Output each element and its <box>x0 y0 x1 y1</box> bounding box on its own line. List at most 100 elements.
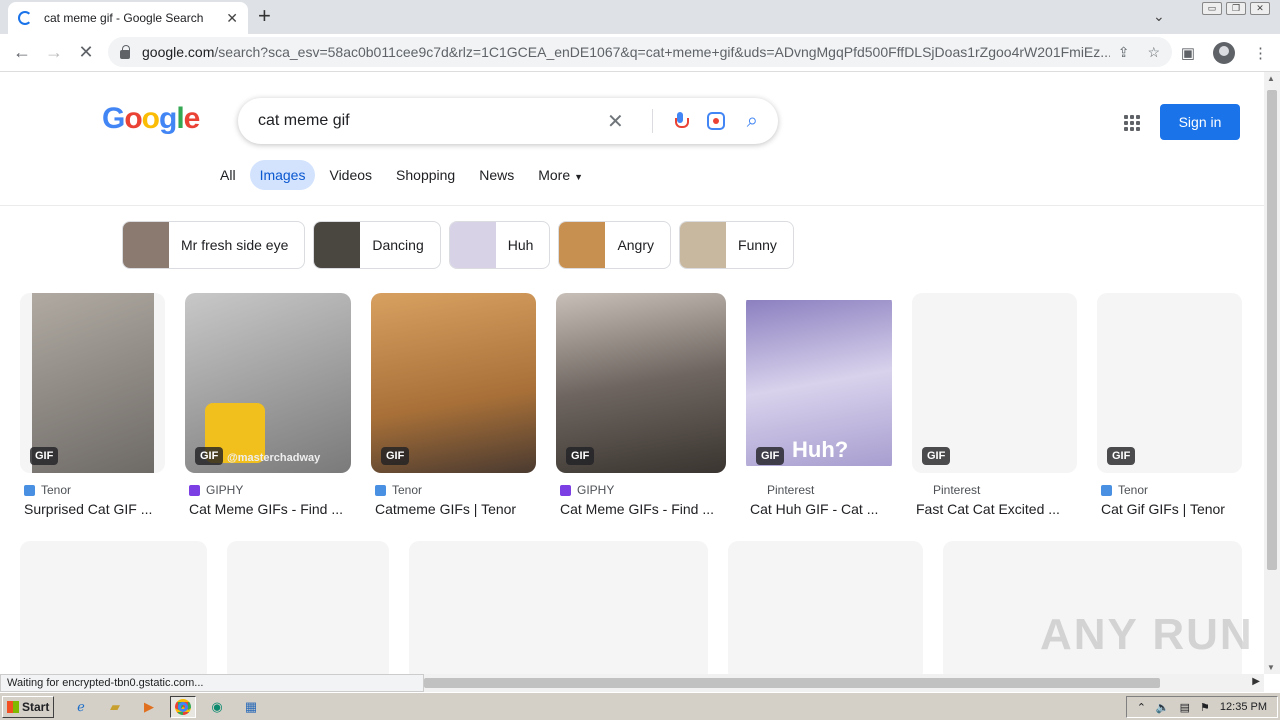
search-input[interactable]: cat meme gif <box>258 112 607 130</box>
share-icon[interactable]: ⇪ <box>1118 44 1130 61</box>
result-card[interactable]: GIF Tenor Catmeme GIFs | Tenor <box>371 293 536 517</box>
chip-thumbnail <box>123 222 169 268</box>
chip-label: Funny <box>738 237 777 253</box>
scrollbar-thumb[interactable] <box>424 678 1160 688</box>
flag-icon[interactable]: ⚑ <box>1200 701 1210 714</box>
logo-letter: G <box>102 102 125 135</box>
result-caption[interactable]: Fast Cat Cat Excited ... <box>912 501 1077 517</box>
result-caption[interactable]: Catmeme GIFs | Tenor <box>371 501 536 517</box>
sign-in-button[interactable]: Sign in <box>1160 104 1240 140</box>
chip-angry[interactable]: Angry <box>558 221 672 269</box>
minimize-button[interactable]: ▭ <box>1202 2 1222 15</box>
tab-all[interactable]: All <box>210 160 246 190</box>
scroll-down-arrow-icon[interactable]: ▼ <box>1267 663 1275 672</box>
lock-icon[interactable] <box>120 44 130 59</box>
gif-badge: GIF <box>381 447 410 465</box>
chip-mr-fresh-side-eye[interactable]: Mr fresh side eye <box>122 221 306 269</box>
windows-logo-icon <box>7 700 19 713</box>
close-window-button[interactable]: ✕ <box>1250 2 1270 15</box>
result-caption[interactable]: Cat Meme GIFs - Find ... <box>185 501 351 517</box>
result-image[interactable]: GIF <box>20 293 165 473</box>
result-image[interactable]: GIF <box>556 293 726 473</box>
result-image[interactable]: @masterchadway GIF <box>185 293 351 473</box>
tenor-icon <box>375 484 386 496</box>
search-box[interactable]: cat meme gif ✕ ⌕ <box>238 98 778 144</box>
result-source: Pinterest <box>933 483 981 497</box>
scroll-right-arrow-icon[interactable]: ▶ <box>1252 676 1260 687</box>
result-card[interactable]: GIF Tenor Surprised Cat GIF ... <box>20 293 165 517</box>
network-icon[interactable]: ▤ <box>1180 701 1190 714</box>
clock[interactable]: 12:35 PM <box>1220 701 1267 713</box>
pinterest-icon <box>916 484 927 496</box>
chip-huh[interactable]: Huh <box>448 221 551 269</box>
folder-icon[interactable]: ▰ <box>102 696 128 718</box>
result-image[interactable]: Huh? GIF <box>746 293 892 473</box>
start-button[interactable]: Start <box>2 695 54 718</box>
loading-spinner-icon <box>18 11 32 25</box>
result-card[interactable]: @masterchadway GIF GIPHY Cat Meme GIFs -… <box>185 293 351 517</box>
vertical-scrollbar[interactable]: ▲ ▼ <box>1264 72 1280 674</box>
chrome-icon[interactable] <box>170 695 196 718</box>
divider <box>651 109 653 133</box>
result-caption[interactable]: Cat Huh GIF - Cat ... <box>746 501 892 517</box>
tab-more[interactable]: More ▼ <box>528 160 593 190</box>
edge-icon[interactable]: ◉ <box>204 696 230 718</box>
restore-button[interactable]: ❐ <box>1226 2 1246 15</box>
result-card[interactable]: Huh? GIF Pinterest Cat Huh GIF - Cat ... <box>746 293 892 517</box>
scrollbar-thumb[interactable] <box>1267 90 1277 570</box>
result-card[interactable]: GIF GIPHY Cat Meme GIFs - Find ... <box>556 293 726 517</box>
tab-videos[interactable]: Videos <box>319 160 382 190</box>
giphy-icon <box>189 484 200 496</box>
result-image[interactable]: GIF <box>912 293 1077 473</box>
result-card[interactable]: GIF Tenor Cat Gif GIFs | Tenor <box>1097 293 1242 517</box>
side-panel-icon[interactable]: ▣ <box>1181 44 1195 62</box>
bookmark-star-icon[interactable]: ☆ <box>1147 44 1160 61</box>
internet-explorer-icon[interactable]: ℯ <box>68 696 94 718</box>
gif-badge: GIF <box>30 447 59 465</box>
result-caption[interactable]: Cat Meme GIFs - Find ... <box>556 501 726 517</box>
logo-letter: e <box>183 102 201 135</box>
result-image[interactable]: GIF <box>1097 293 1242 473</box>
chip-funny[interactable]: Funny <box>679 221 794 269</box>
logo-letter: l <box>176 102 184 135</box>
status-bar: Waiting for encrypted-tbn0.gstatic.com..… <box>0 674 424 692</box>
browser-tab[interactable]: cat meme gif - Google Search ✕ <box>8 2 248 34</box>
tray-arrow-icon[interactable]: ⌃ <box>1137 701 1146 714</box>
google-logo[interactable]: Google <box>102 102 201 136</box>
app-window-icon[interactable]: ▦ <box>238 696 264 718</box>
chip-thumbnail <box>449 222 496 268</box>
stop-loading-icon[interactable]: ✕ <box>70 42 102 63</box>
media-player-icon[interactable]: ▶ <box>136 696 162 718</box>
tenor-icon <box>24 484 35 496</box>
volume-icon[interactable]: 🔈 <box>1156 701 1170 714</box>
result-source: Tenor <box>1118 483 1149 497</box>
result-image[interactable]: GIF <box>371 293 536 473</box>
result-caption[interactable]: Surprised Cat GIF ... <box>20 501 165 517</box>
kebab-menu-icon[interactable]: ⋮ <box>1253 44 1268 62</box>
tab-news[interactable]: News <box>469 160 524 190</box>
chip-thumbnail <box>314 222 361 268</box>
chevron-down-icon[interactable]: ⌄ <box>1153 8 1165 25</box>
microphone-icon[interactable] <box>674 112 689 130</box>
apps-grid-icon[interactable] <box>1124 115 1140 131</box>
chip-dancing[interactable]: Dancing <box>313 221 441 269</box>
tab-shopping[interactable]: Shopping <box>386 160 465 190</box>
result-caption[interactable]: Cat Gif GIFs | Tenor <box>1097 501 1242 517</box>
tab-images[interactable]: Images <box>249 160 316 190</box>
scroll-up-arrow-icon[interactable]: ▲ <box>1267 74 1275 83</box>
chip-label: Mr fresh side eye <box>181 237 289 253</box>
clear-icon[interactable]: ✕ <box>607 109 630 134</box>
address-bar[interactable]: google.com/search?sca_esv=58ac0b011cee9c… <box>108 37 1172 67</box>
result-card[interactable]: GIF Pinterest Fast Cat Cat Excited ... <box>912 293 1077 517</box>
google-lens-icon[interactable] <box>706 112 725 130</box>
profile-avatar-icon[interactable] <box>1213 42 1235 64</box>
giphy-icon <box>560 484 571 496</box>
new-tab-button[interactable]: + <box>258 5 271 27</box>
result-source: Tenor <box>392 483 423 497</box>
close-tab-icon[interactable]: ✕ <box>226 10 238 27</box>
search-icon[interactable]: ⌕ <box>747 110 758 133</box>
forward-arrow-icon[interactable]: → <box>38 42 70 63</box>
loading-image-placeholder <box>227 541 389 674</box>
image-overlay-text: Huh? <box>792 437 849 462</box>
back-arrow-icon[interactable]: ← <box>6 42 38 63</box>
